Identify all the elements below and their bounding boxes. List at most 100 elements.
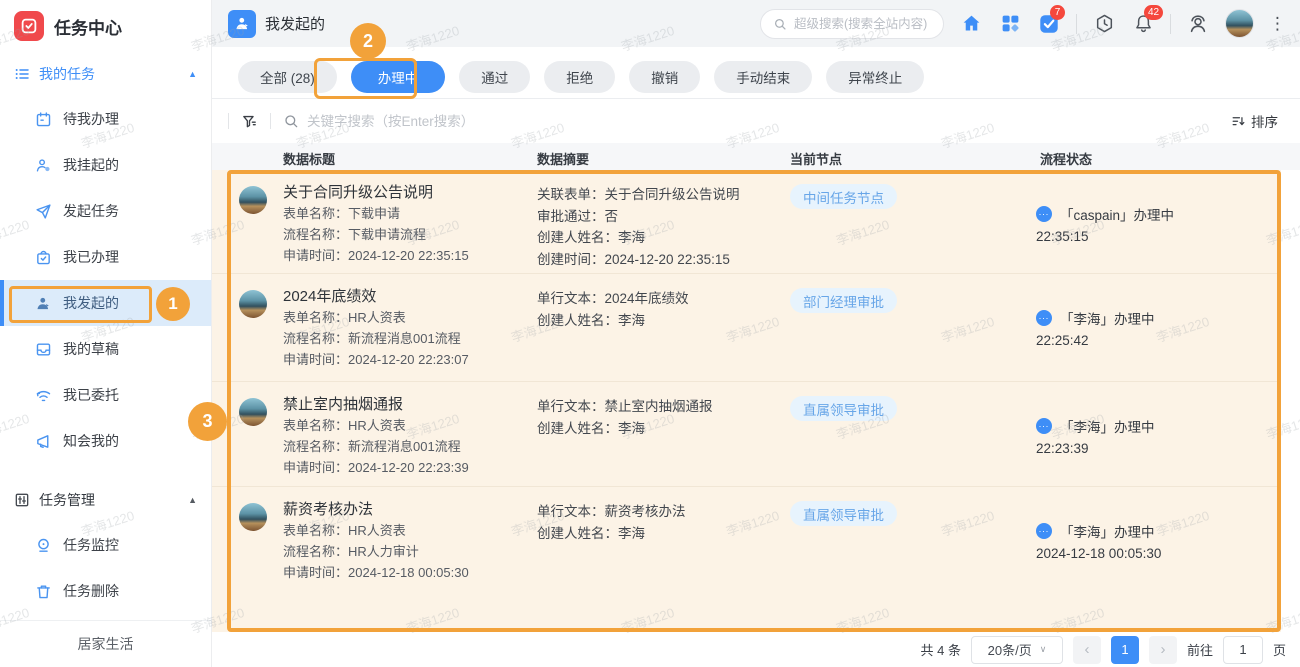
sidebar-item-label: 任务删除: [63, 581, 119, 601]
sidebar-item-done[interactable]: 我已办理: [0, 234, 211, 280]
row-title-block: 薪资考核办法 表单名称：HR人资表 流程名称：HR人力审计 申请时间：2024-…: [283, 499, 469, 583]
row-summary: 单行文本：2024年底绩效 创建人姓名：李海: [537, 288, 689, 331]
task-list: 关于合同升级公告说明 表单名称：下载申请 流程名称：下载申请流程 申请时间：20…: [212, 170, 1281, 632]
collapse-arrow-icon[interactable]: ▲: [188, 495, 197, 505]
sidebar-item-start-task[interactable]: 发起任务: [0, 188, 211, 234]
column-header-title: 数据标题: [283, 149, 335, 168]
bell-icon[interactable]: 42: [1131, 12, 1155, 36]
row-status: ...「李海」办理中 22:25:42: [1036, 308, 1155, 348]
row-status: ...「李海」办理中 2024-12-18 00:05:30: [1036, 521, 1161, 561]
row-avatar: [239, 186, 267, 214]
row-detail: 申请时间：2024-12-20 22:23:39: [283, 457, 469, 478]
sidebar-item-initiated-by-me[interactable]: 我发起的: [0, 280, 211, 326]
sidebar-section-label: 任务管理: [39, 490, 95, 510]
user-icon: [35, 295, 52, 312]
keyword-search-input[interactable]: [307, 114, 627, 129]
status-time: 22:35:15: [1036, 229, 1174, 244]
row-title[interactable]: 薪资考核办法: [283, 499, 469, 520]
node-pill: 中间任务节点: [790, 184, 897, 209]
filter-tab-rejected[interactable]: 拒绝: [544, 61, 615, 93]
megaphone-icon: [35, 433, 52, 450]
pagination: 共 4 条 20条/页 ∨ ‹ 1 › 前往 页: [212, 632, 1300, 667]
summary-line: 创建人姓名：李海: [537, 523, 686, 545]
row-current-node: 直属领导审批: [790, 396, 897, 421]
filter-tab-abnormal-end[interactable]: 异常终止: [826, 61, 924, 93]
row-detail: 申请时间：2024-12-20 22:23:07: [283, 349, 469, 370]
collapse-arrow-icon[interactable]: ▲: [188, 69, 197, 79]
sidebar-section-my-tasks[interactable]: 我的任务 ▲: [0, 52, 211, 96]
global-search-input[interactable]: [794, 17, 934, 31]
filter-tab-manual-end[interactable]: 手动结束: [714, 61, 812, 93]
keyword-search[interactable]: [283, 113, 1219, 129]
bag-check-icon: [35, 249, 52, 266]
node-pill: 直属领导审批: [790, 396, 897, 421]
row-avatar: [239, 290, 267, 318]
row-avatar: [239, 398, 267, 426]
status-text: 「李海」办理中: [1060, 308, 1155, 328]
sidebar-item-delegated[interactable]: 我已委托: [0, 372, 211, 418]
sidebar-item-task-delete[interactable]: 任务删除: [0, 568, 211, 614]
apps-grid-icon[interactable]: [998, 12, 1022, 36]
main-area: 我发起的 7: [212, 0, 1300, 667]
summary-line: 创建人姓名：李海: [537, 227, 740, 249]
sidebar-item-label: 知会我的: [63, 431, 119, 451]
row-summary: 关联表单：关于合同升级公告说明 审批通过：否 创建人姓名：李海 创建时间：202…: [537, 184, 740, 270]
funnel-icon[interactable]: [241, 113, 258, 130]
column-header-summary: 数据摘要: [537, 149, 589, 168]
summary-line: 创建时间：2024-12-20 22:35:15: [537, 249, 740, 271]
todo-badge: 7: [1050, 5, 1065, 20]
table-header: 数据标题 数据摘要 当前节点 流程状态: [212, 143, 1300, 170]
status-processing-icon: ...: [1036, 310, 1052, 326]
sidebar-section-task-management[interactable]: 任务管理 ▲: [0, 478, 211, 522]
goto-page-input[interactable]: [1223, 636, 1263, 664]
filter-tab-withdrawn[interactable]: 撤销: [629, 61, 700, 93]
kebab-menu-icon[interactable]: ⋮: [1269, 15, 1286, 32]
home-icon[interactable]: [959, 12, 983, 36]
sidebar-item-label: 发起任务: [63, 201, 119, 221]
row-detail: 申请时间：2024-12-18 00:05:30: [283, 562, 469, 583]
row-title[interactable]: 2024年底绩效: [283, 286, 469, 307]
summary-line: 单行文本：2024年底绩效: [537, 288, 689, 310]
sidebar-item-cc-to-me[interactable]: 知会我的: [0, 418, 211, 464]
table-row[interactable]: 薪资考核办法 表单名称：HR人资表 流程名称：HR人力审计 申请时间：2024-…: [212, 487, 1281, 587]
sidebar-item-label: 我已办理: [63, 247, 119, 267]
row-title-block: 禁止室内抽烟通报 表单名称：HR人资表 流程名称：新流程消息001流程 申请时间…: [283, 394, 469, 478]
table-row[interactable]: 2024年底绩效 表单名称：HR人资表 流程名称：新流程消息001流程 申请时间…: [212, 274, 1281, 382]
table-row[interactable]: 禁止室内抽烟通报 表单名称：HR人资表 流程名称：新流程消息001流程 申请时间…: [212, 382, 1281, 487]
row-avatar: [239, 503, 267, 531]
page-size-select[interactable]: 20条/页 ∨: [971, 636, 1063, 664]
todo-check-icon[interactable]: 7: [1037, 12, 1061, 36]
clock-icon[interactable]: [1092, 12, 1116, 36]
app-title: 任务中心: [54, 14, 122, 39]
toolbar-divider: [228, 113, 229, 129]
sidebar-item-task-monitor[interactable]: 任务监控: [0, 522, 211, 568]
filter-tab-processing[interactable]: 办理中: [351, 61, 446, 93]
row-title[interactable]: 禁止室内抽烟通报: [283, 394, 469, 415]
filter-tab-all[interactable]: 全部 (28): [238, 61, 337, 93]
sidebar-item-drafts[interactable]: 我的草稿: [0, 326, 211, 372]
table-row[interactable]: 关于合同升级公告说明 表单名称：下载申请 流程名称：下载申请流程 申请时间：20…: [212, 170, 1281, 274]
next-page-button[interactable]: ›: [1149, 636, 1177, 664]
topbar-divider: [1170, 14, 1171, 34]
user-avatar[interactable]: [1225, 9, 1254, 38]
sort-button[interactable]: 排序: [1231, 111, 1278, 131]
sidebar-footer-home-life[interactable]: 居家生活: [0, 620, 211, 667]
row-title[interactable]: 关于合同升级公告说明: [283, 182, 469, 203]
support-icon[interactable]: [1186, 12, 1210, 36]
filter-tab-approved[interactable]: 通过: [459, 61, 530, 93]
global-search[interactable]: [760, 9, 944, 39]
row-status: ...「caspain」办理中 22:35:15: [1036, 204, 1174, 244]
status-time: 2024-12-18 00:05:30: [1036, 546, 1161, 561]
total-count: 共 4 条: [921, 640, 961, 659]
app-logo: 任务中心: [0, 0, 211, 52]
sidebar-item-todo[interactable]: 待我办理: [0, 96, 211, 142]
keyword-search-icon: [283, 113, 299, 129]
row-status: ...「李海」办理中 22:23:39: [1036, 416, 1155, 456]
sidebar-item-suspended[interactable]: 我挂起的: [0, 142, 211, 188]
row-detail: 表单名称：HR人资表: [283, 307, 469, 328]
sort-label: 排序: [1251, 111, 1278, 131]
prev-page-button[interactable]: ‹: [1073, 636, 1101, 664]
status-processing-icon: ...: [1036, 418, 1052, 434]
page-size-value: 20条/页: [988, 640, 1032, 659]
current-page-button[interactable]: 1: [1111, 636, 1139, 664]
